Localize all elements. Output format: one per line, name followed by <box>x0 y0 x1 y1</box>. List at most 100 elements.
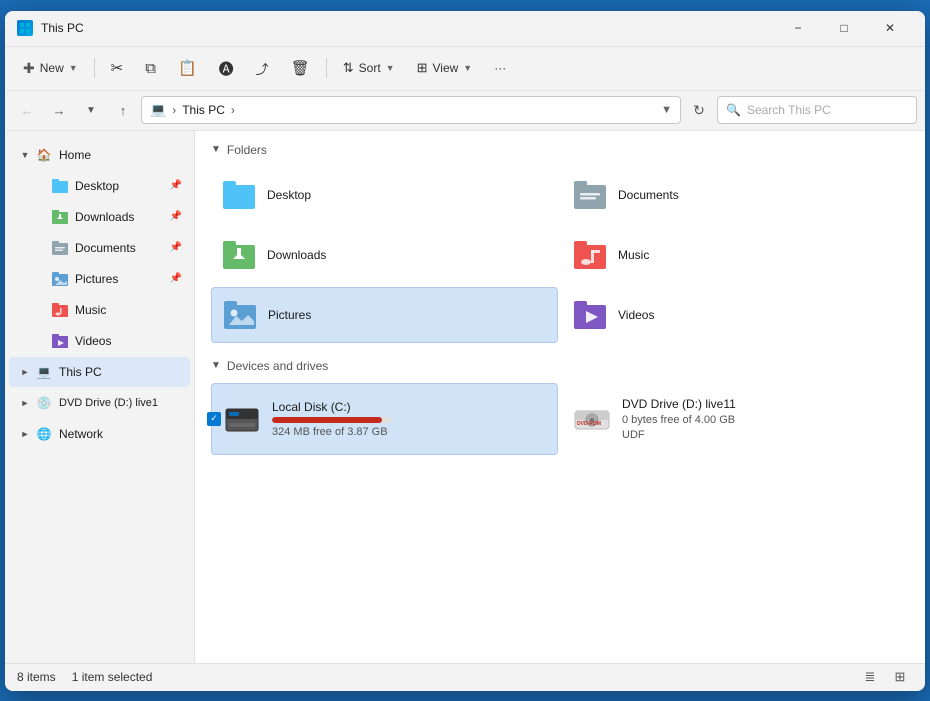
delete-icon: 🗑 <box>291 59 310 77</box>
sidebar-item-desktop[interactable]: Desktop 📌 <box>9 171 190 201</box>
folder-videos-label: Videos <box>618 308 654 322</box>
downloads-folder-big-icon <box>221 237 257 273</box>
sidebar-pictures-label: Pictures <box>75 272 118 286</box>
view-chevron: ▼ <box>463 63 472 73</box>
copy-button[interactable]: ⧉ <box>135 52 166 84</box>
close-button[interactable]: ✕ <box>867 12 913 44</box>
maximize-button[interactable]: □ <box>821 12 867 44</box>
sidebar-home-label: Home <box>59 148 91 162</box>
sidebar-item-downloads[interactable]: Downloads 📌 <box>9 202 190 232</box>
sidebar-item-network[interactable]: ► 🌐 Network <box>9 419 190 449</box>
network-expand-icon: ► <box>17 426 33 442</box>
dvd-expand-icon: ► <box>17 395 33 411</box>
sidebar-item-documents[interactable]: Documents 📌 <box>9 233 190 263</box>
folder-item-pictures[interactable]: Pictures <box>211 287 558 343</box>
this-pc-expand-icon: ► <box>17 364 33 380</box>
desktop-folder-icon <box>51 177 69 195</box>
folder-item-desktop[interactable]: Desktop <box>211 167 558 223</box>
list-view-button[interactable]: ≣ <box>857 666 883 688</box>
network-icon: 🌐 <box>35 425 53 443</box>
folders-chevron-icon: ▼ <box>211 144 221 155</box>
downloads-folder-icon <box>51 208 69 226</box>
recent-button[interactable]: ▼ <box>77 96 105 124</box>
window-title: This PC <box>41 21 775 35</box>
documents-folder-icon <box>51 239 69 257</box>
sidebar-item-music[interactable]: Music <box>9 295 190 325</box>
sidebar-item-dvd[interactable]: ► 💿 DVD Drive (D:) live1 <box>9 388 190 418</box>
folders-grid: Desktop Documents <box>211 167 909 343</box>
local-disk-info: Local Disk (C:) 324 MB free of 3.87 GB <box>272 400 392 438</box>
sort-icon: ⇅ <box>343 60 354 76</box>
sort-chevron: ▼ <box>386 63 395 73</box>
sidebar-music-label: Music <box>75 303 106 317</box>
music-expand-icon <box>33 302 49 318</box>
device-item-local-disk[interactable]: ✓ Local Disk (C:) <box>211 383 558 455</box>
toolbar: ✚ New ▼ ✂ ⧉ 📋 🅐 ⤴ 🗑 ⇅ Sort ▼ ⊞ <box>5 47 925 91</box>
search-box[interactable]: 🔍 Search This PC <box>717 96 917 124</box>
address-box[interactable]: 💻 › This PC › ▼ <box>141 96 681 124</box>
address-sep: › <box>231 103 235 117</box>
folder-music-label: Music <box>618 248 649 262</box>
share-button[interactable]: ⤴ <box>246 52 279 84</box>
device-item-dvd[interactable]: DVD-ROM DVD Drive (D:) live11 0 bytes fr… <box>562 383 909 455</box>
local-disk-progress-bg <box>272 417 392 423</box>
desktop-folder-big-icon <box>221 177 257 213</box>
pictures-folder-big-icon <box>222 297 258 333</box>
view-icon: ⊞ <box>417 60 428 76</box>
sort-label: Sort <box>359 61 381 75</box>
folder-item-videos[interactable]: Videos <box>562 287 909 343</box>
folder-item-documents[interactable]: Documents <box>562 167 909 223</box>
new-button[interactable]: ✚ New ▼ <box>13 52 88 84</box>
address-this-pc: This PC <box>182 103 225 117</box>
toolbar-sep-2 <box>326 58 327 78</box>
downloads-pin-icon: 📌 <box>170 211 182 222</box>
folder-item-music[interactable]: Music <box>562 227 909 283</box>
dvd-sub-meta: UDF <box>622 429 736 441</box>
music-folder-icon <box>51 301 69 319</box>
explorer-window: This PC − □ ✕ ✚ New ▼ ✂ ⧉ 📋 🅐 ⤴ 🗑 <box>5 11 925 691</box>
window-icon <box>17 20 33 36</box>
paste-button[interactable]: 📋 <box>168 52 207 84</box>
local-disk-name: Local Disk (C:) <box>272 400 392 414</box>
sidebar-network-label: Network <box>59 427 103 441</box>
sidebar-item-home[interactable]: ▼ 🏠 Home <box>9 140 190 170</box>
sidebar-item-this-pc[interactable]: ► 💻 This PC <box>9 357 190 387</box>
sidebar-desktop-label: Desktop <box>75 179 119 193</box>
up-button[interactable]: ↑ <box>109 96 137 124</box>
cut-button[interactable]: ✂ <box>101 52 134 84</box>
devices-section-header[interactable]: ▼ Devices and drives <box>211 359 909 373</box>
new-label: New <box>40 61 64 75</box>
videos-folder-icon <box>51 332 69 350</box>
back-button[interactable]: ← <box>13 96 41 124</box>
desktop-pin-icon: 📌 <box>170 180 182 191</box>
dvd-info: DVD Drive (D:) live11 0 bytes free of 4.… <box>622 397 736 441</box>
delete-button[interactable]: 🗑 <box>281 52 320 84</box>
sidebar-item-videos[interactable]: Videos <box>9 326 190 356</box>
more-label: ··· <box>494 61 506 75</box>
new-chevron: ▼ <box>69 63 78 73</box>
more-button[interactable]: ··· <box>484 52 516 84</box>
folders-section-header[interactable]: ▼ Folders <box>211 143 909 157</box>
selection-status: 1 item selected <box>72 670 153 684</box>
view-button[interactable]: ⊞ View ▼ <box>407 52 483 84</box>
sidebar-item-pictures[interactable]: Pictures 📌 <box>9 264 190 294</box>
sort-button[interactable]: ⇅ Sort ▼ <box>333 52 405 84</box>
local-disk-checkbox[interactable]: ✓ <box>207 412 221 426</box>
videos-folder-big-icon <box>572 297 608 333</box>
sidebar-downloads-label: Downloads <box>75 210 134 224</box>
folder-item-downloads[interactable]: Downloads <box>211 227 558 283</box>
address-path: › <box>172 103 176 117</box>
devices-chevron-icon: ▼ <box>211 360 221 371</box>
refresh-button[interactable]: ↻ <box>685 96 713 124</box>
grid-view-button[interactable]: ⊞ <box>887 666 913 688</box>
downloads-expand-icon <box>33 209 49 225</box>
dvd-name: DVD Drive (D:) live11 <box>622 397 736 411</box>
address-bar-row: ← → ▼ ↑ 💻 › This PC › ▼ ↻ 🔍 Search This … <box>5 91 925 131</box>
folder-downloads-label: Downloads <box>267 248 326 262</box>
rename-button[interactable]: 🅐 <box>209 52 244 84</box>
dvd-drive-icon: DVD-ROM <box>572 399 612 439</box>
cut-icon: ✂ <box>111 59 124 77</box>
share-icon: ⤴ <box>256 59 269 78</box>
forward-button[interactable]: → <box>45 96 73 124</box>
minimize-button[interactable]: − <box>775 12 821 44</box>
